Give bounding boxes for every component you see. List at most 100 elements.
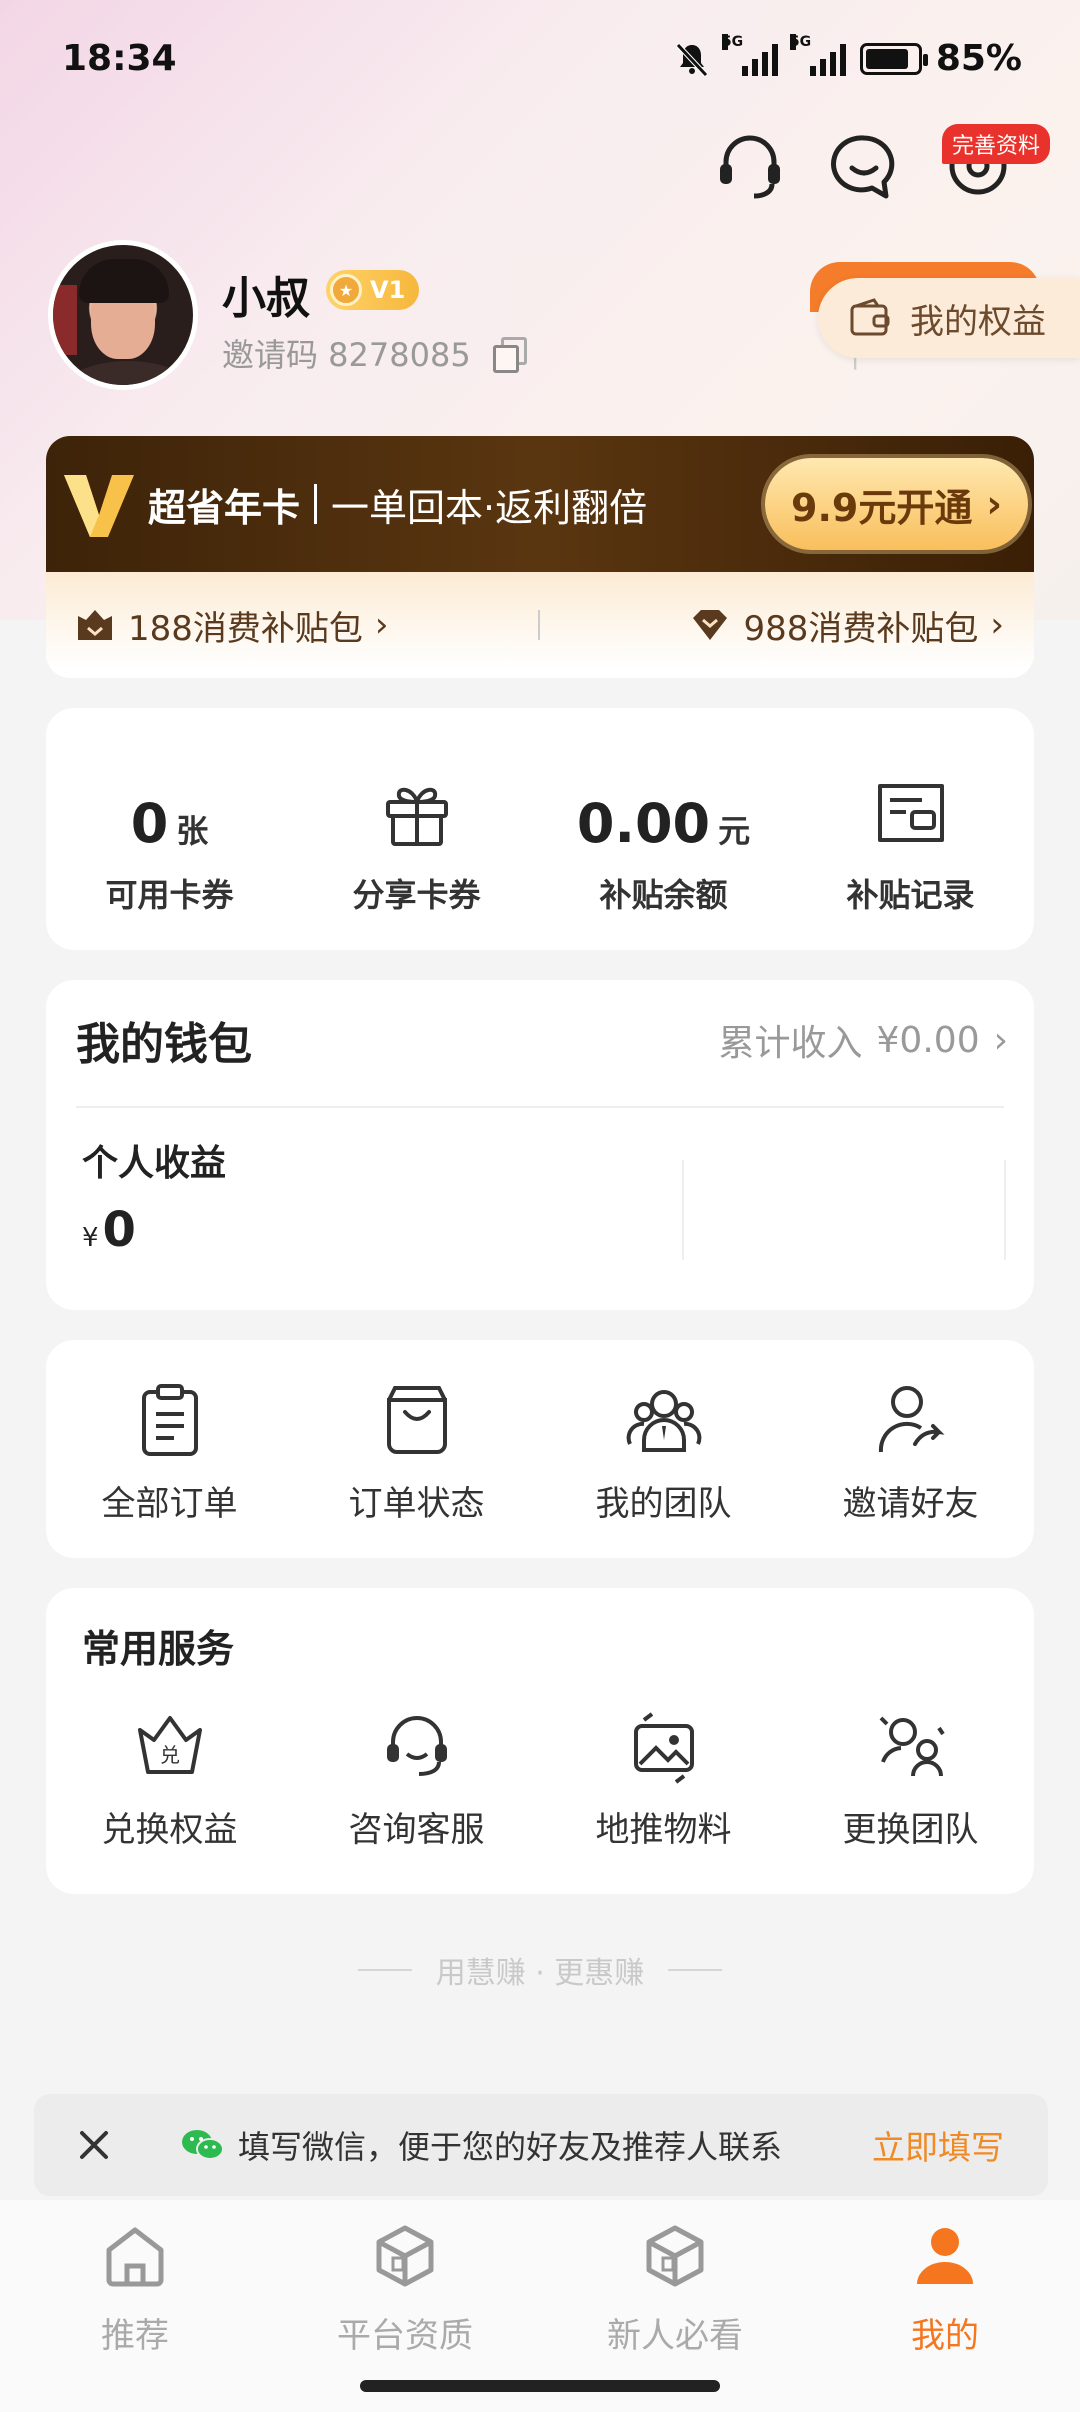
share-coupons[interactable]: 分享卡券 — [293, 708, 540, 950]
cube-icon — [646, 2225, 704, 2287]
message-icon[interactable] — [826, 128, 902, 204]
footer-slogan: 用慧赚 · 更惠赚 — [0, 1948, 1080, 1992]
promo-materials[interactable]: 地推物料 — [540, 1704, 787, 1851]
tab-mine-label: 我的 — [911, 2316, 979, 2356]
all-orders[interactable]: 全部订单 — [46, 1378, 293, 1525]
package-188-label: 188消费补贴包 — [128, 608, 363, 649]
tab-recommend[interactable]: 推荐 — [0, 2220, 270, 2357]
subsidy-records[interactable]: 补贴记录 — [787, 708, 1034, 950]
invite-code-row: 邀请码 8278085 — [222, 330, 527, 376]
switch-team-icon — [879, 1716, 945, 1777]
coupon-label: 可用卡券 — [105, 876, 234, 914]
coupon-stats-card: 0张 可用卡券 分享卡券 0.00 元 补贴余额 补贴记录 — [46, 708, 1034, 950]
status-icons: 5G 5G 85% — [674, 33, 1022, 79]
image-refresh-icon — [633, 1712, 694, 1784]
my-team[interactable]: 我的团队 — [540, 1378, 787, 1525]
svg-text:兑: 兑 — [160, 1743, 180, 1767]
all-orders-label: 全部订单 — [101, 1484, 238, 1524]
order-status[interactable]: 订单状态 — [293, 1378, 540, 1525]
package-crown-icon — [78, 610, 112, 640]
wechat-prompt-bar: 填写微信，便于您的好友及推荐人联系 立即填写 — [34, 2094, 1048, 2196]
wallet-title: 我的钱包 — [76, 1019, 252, 1070]
promo-materials-label: 地推物料 — [595, 1810, 732, 1850]
vip-divider — [314, 484, 318, 524]
wechat-prompt-text: 填写微信，便于您的好友及推荐人联系 — [238, 2128, 783, 2166]
subsidy-packages: 188消费补贴包 › 988消费补贴包 › — [46, 572, 1034, 678]
package-988-label: 988消费补贴包 — [743, 608, 979, 649]
wechat-icon — [182, 2130, 224, 2160]
bag-icon — [386, 1386, 447, 1454]
records-label: 补贴记录 — [846, 876, 975, 914]
balance-unit: 元 — [718, 812, 751, 850]
vip-open-button[interactable]: 9.9元开通 › — [765, 458, 1028, 550]
battery-icon — [859, 42, 928, 75]
orders-card: 全部订单 订单状态 我的团队 邀请好友 — [46, 1340, 1034, 1558]
close-icon[interactable] — [74, 2125, 114, 2165]
fill-now-link[interactable]: 立即填写 — [872, 2121, 1004, 2169]
total-income-label: 累计收入 — [718, 1023, 863, 1064]
vip-card[interactable]: 超省年卡 一单回本·返利翻倍 9.9元开通 › 188消费补贴包 › 988消费… — [46, 436, 1034, 678]
home-indicator[interactable] — [360, 2380, 720, 2392]
switch-team-label: 更换团队 — [842, 1810, 979, 1850]
consult-support[interactable]: 咨询客服 — [293, 1704, 540, 1851]
vip-open-label: 9.9元开通 — [791, 485, 973, 530]
wallet-card: 我的钱包 累计收入 ¥0.00 › 个人收益 ¥0 — [46, 980, 1034, 1310]
mute-bell-icon — [676, 42, 708, 77]
personal-income-value[interactable]: ¥0 — [82, 1202, 136, 1258]
home-icon — [106, 2227, 164, 2287]
level-crown-icon: ★ — [330, 274, 362, 306]
headset-icon — [386, 1716, 447, 1776]
package-988[interactable]: 988消费补贴包 › — [689, 601, 1004, 650]
signal-5g-icon: 5G — [721, 33, 778, 76]
vip-subtitle: 一单回本·返利翻倍 — [331, 485, 648, 530]
subsidy-balance[interactable]: 0.00 元 补贴余额 — [540, 708, 787, 950]
customer-service-icon[interactable] — [712, 128, 788, 204]
status-time: 18:34 — [62, 38, 177, 79]
wallet-column-divider-2 — [1004, 1160, 1006, 1260]
coupon-unit: 张 — [176, 812, 209, 850]
redeem-rights[interactable]: 兑 兑换权益 — [46, 1704, 293, 1851]
vip-banner[interactable]: 超省年卡 一单回本·返利翻倍 9.9元开通 › — [46, 436, 1034, 572]
available-coupons[interactable]: 0张 可用卡券 — [46, 708, 293, 950]
total-income-value: ¥0.00 — [876, 1019, 980, 1061]
my-team-label: 我的团队 — [595, 1484, 732, 1524]
person-icon — [917, 2228, 973, 2284]
avatar[interactable] — [48, 240, 198, 390]
invite-friends[interactable]: 邀请好友 — [787, 1378, 1034, 1525]
my-rights-button[interactable]: 我的权益 — [818, 278, 1080, 358]
slogan-text: 用慧赚 · 更惠赚 — [435, 1956, 645, 1991]
signal-5g-icon-2: 5G — [789, 33, 846, 76]
total-income-link[interactable]: 累计收入 ¥0.00 › — [719, 1014, 1008, 1066]
chevron-right-icon: › — [374, 605, 389, 645]
vip-v-logo-icon — [64, 475, 134, 537]
level-badge: ★ V1 — [326, 270, 420, 310]
redeem-crown-icon: 兑 — [137, 1716, 202, 1774]
chevron-right-icon: › — [986, 482, 1002, 526]
copy-icon[interactable] — [492, 337, 527, 373]
wallet-icon — [850, 298, 890, 336]
tab-newcomer-label: 新人必看 — [607, 2316, 743, 2356]
team-icon — [626, 1390, 701, 1452]
tab-mine[interactable]: 我的 — [810, 2220, 1080, 2357]
package-diamond-icon — [693, 610, 728, 640]
vip-title: 超省年卡 — [148, 485, 301, 530]
level-text: V1 — [370, 276, 406, 304]
share-coupons-label: 分享卡券 — [352, 876, 481, 914]
wallet-column-divider — [682, 1160, 684, 1260]
personal-income-amount: 0 — [102, 1202, 136, 1258]
cube-icon — [376, 2225, 434, 2287]
complete-profile-badge[interactable]: 完善资料 — [942, 124, 1051, 164]
redeem-rights-label: 兑换权益 — [101, 1810, 238, 1850]
switch-team[interactable]: 更换团队 — [787, 1704, 1034, 1851]
balance-label: 补贴余额 — [599, 876, 728, 914]
package-188[interactable]: 188消费补贴包 › — [74, 601, 389, 650]
chevron-right-icon: › — [993, 1019, 1008, 1061]
tab-platform-qualification[interactable]: 平台资质 — [270, 2220, 540, 2357]
invite-friends-label: 邀请好友 — [842, 1484, 979, 1524]
tab-recommend-label: 推荐 — [101, 2316, 169, 2356]
personal-income-label: 个人收益 — [82, 1143, 227, 1184]
coupon-count: 0 — [130, 792, 169, 855]
tab-newcomer-guide[interactable]: 新人必看 — [540, 2220, 810, 2357]
user-name: 小叔 — [222, 273, 310, 324]
receipt-icon — [877, 784, 944, 842]
